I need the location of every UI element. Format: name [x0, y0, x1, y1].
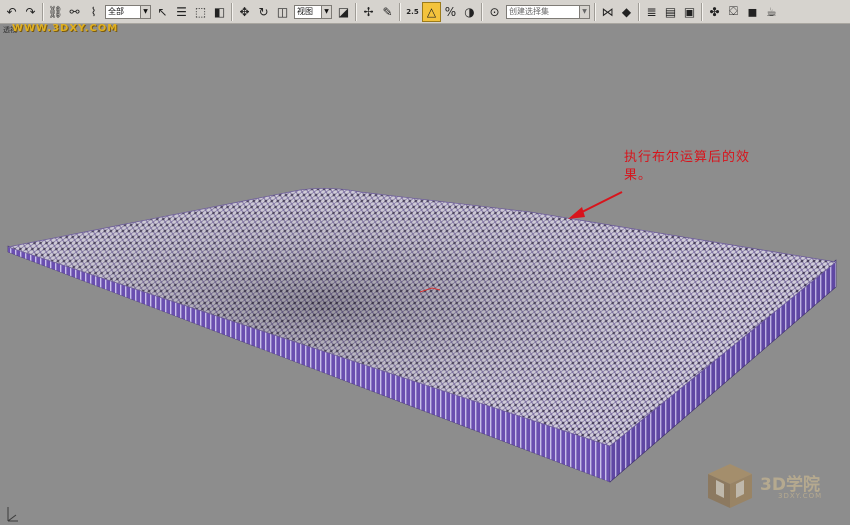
perspective-viewport[interactable]: [0, 0, 850, 525]
annotation-line-1: 执行布尔运算后的效: [624, 150, 751, 165]
annotation-line-2: 果。: [624, 168, 653, 183]
annotation-text: 执行布尔运算后的效 果。: [624, 149, 774, 185]
logo-subtext: 3DXY.COM: [778, 492, 823, 500]
annotation-arrow-line: [577, 191, 623, 215]
annotation-arrow-head: [568, 207, 585, 219]
axis-gizmo-icon: [7, 507, 18, 522]
